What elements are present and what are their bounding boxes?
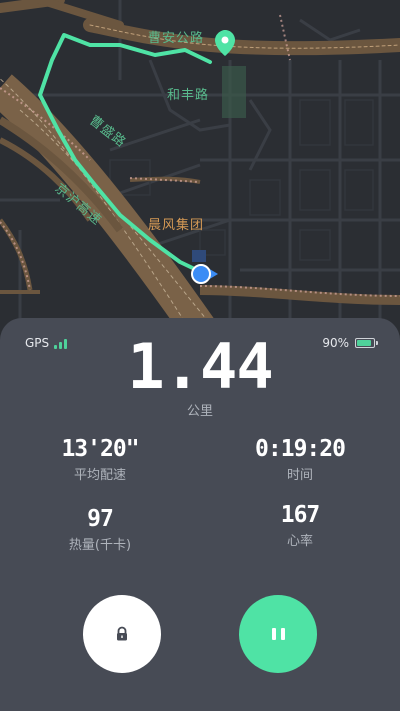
lock-button[interactable] xyxy=(83,595,161,673)
pace-label: 平均配速 xyxy=(73,468,126,483)
calories-stat: 97 热量(千卡) xyxy=(45,506,155,553)
time-value: 0:19:20 xyxy=(255,436,346,462)
pace-stat: 13'20" 平均配速 xyxy=(45,436,155,483)
pause-button[interactable] xyxy=(239,595,317,673)
heart-rate-label: 心率 xyxy=(286,534,313,549)
calories-label: 热量(千卡) xyxy=(68,538,132,553)
calories-value: 97 xyxy=(87,506,114,532)
heart-rate-stat: 167 心率 xyxy=(245,502,355,549)
distance-unit: 公里 xyxy=(186,404,213,419)
map-canvas xyxy=(0,0,400,330)
run-stats-panel: GPS 90% 1.44 公里 13'20" 平均配速 0:19:20 时间 9… xyxy=(0,318,400,711)
map-label-road-top: 曹安公路 xyxy=(148,31,205,46)
time-label: 时间 xyxy=(286,468,313,483)
map-label-hefeng-road: 和丰路 xyxy=(167,88,210,103)
current-location-icon xyxy=(191,264,218,284)
time-stat: 0:19:20 时间 xyxy=(245,436,355,483)
lock-icon xyxy=(117,626,127,641)
distance-value: 1.44 xyxy=(127,330,273,403)
pause-icon xyxy=(271,628,285,640)
pace-value: 13'20" xyxy=(61,436,139,462)
heart-rate-value: 167 xyxy=(280,502,321,528)
map-label-poi: 晨风集团 xyxy=(148,218,205,233)
